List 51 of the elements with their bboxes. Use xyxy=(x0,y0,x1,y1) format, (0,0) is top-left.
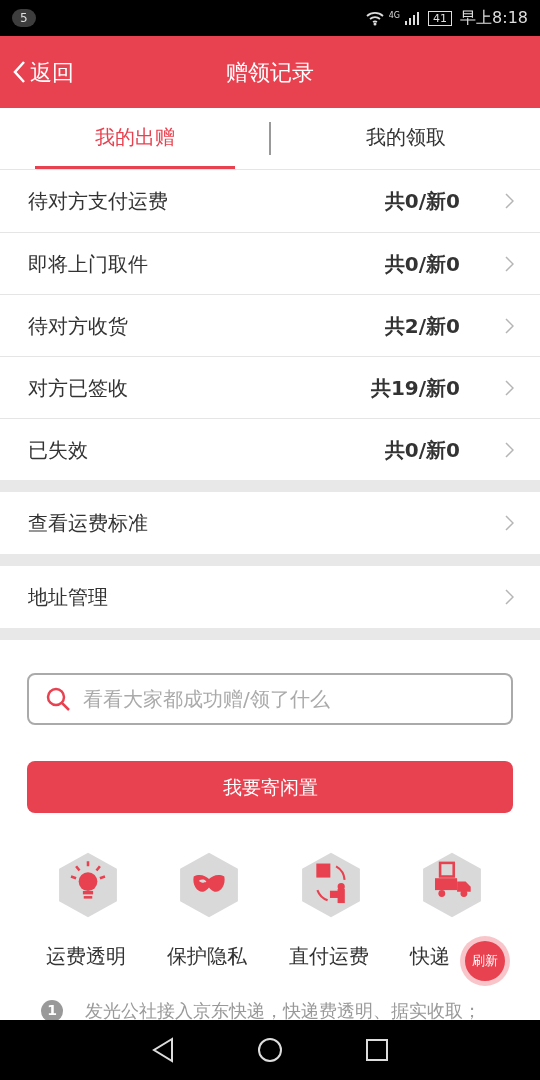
refresh-button[interactable]: 刷新 xyxy=(460,936,510,986)
row-label: 地址管理 xyxy=(28,584,108,611)
chevron-right-icon xyxy=(504,255,514,272)
search-field[interactable]: 看看大家都成功赠/领了什么 xyxy=(27,673,513,725)
feature-label: 快递 xyxy=(410,943,451,970)
chevron-right-icon xyxy=(504,589,514,605)
chevron-right-icon xyxy=(504,193,514,209)
search-icon xyxy=(45,686,71,712)
feature-label: 保护隐私 xyxy=(167,943,248,970)
row-count: 共2/新0 xyxy=(384,312,460,340)
row-label: 即将上门取件 xyxy=(28,250,148,278)
tip-number: 1 xyxy=(41,999,63,1022)
row-count: 共0/新0 xyxy=(384,250,460,278)
row-label: 已失效 xyxy=(28,436,88,464)
battery-icon: 41 xyxy=(428,10,453,26)
clock: 早上8:18 xyxy=(460,7,528,29)
recent-apps-icon[interactable] xyxy=(365,1038,389,1062)
row-label: 查看运费标准 xyxy=(28,510,148,537)
list-row[interactable]: 即将上门取件 共0/新0 xyxy=(0,232,540,294)
list-row[interactable]: 已失效 共0/新0 xyxy=(0,418,540,480)
row-label: 待对方收货 xyxy=(28,312,128,340)
notification-badge: 5 xyxy=(12,9,36,27)
back-icon[interactable] xyxy=(151,1037,175,1063)
network-label: 4G xyxy=(388,10,401,22)
list-row[interactable]: 地址管理 xyxy=(0,566,540,628)
row-count: 共0/新0 xyxy=(384,188,460,215)
row-label: 待对方支付运费 xyxy=(28,188,168,215)
search-input[interactable]: 看看大家都成功赠/领了什么 xyxy=(83,684,495,714)
post-item-button[interactable]: 我要寄闲置 xyxy=(27,761,513,813)
back-button[interactable]: 返回 xyxy=(0,55,74,89)
row-count: 共0/新0 xyxy=(384,436,460,464)
tip-text: 发光公社接入京东快递，快递费透明、据实收取； xyxy=(85,999,481,1023)
list-row[interactable]: 待对方收货 共2/新0 xyxy=(0,294,540,356)
list-row[interactable]: 对方已签收 共19/新0 xyxy=(0,356,540,418)
row-label: 对方已签收 xyxy=(28,374,128,402)
signal-icon xyxy=(404,10,421,26)
row-count: 共19/新0 xyxy=(370,374,460,402)
list-row[interactable]: 查看运费标准 xyxy=(0,492,540,554)
wifi-icon xyxy=(364,10,385,26)
feature-label: 运费透明 xyxy=(45,943,126,970)
page-title: 赠领记录 xyxy=(226,58,314,87)
home-icon[interactable] xyxy=(257,1037,283,1063)
chevron-left-icon xyxy=(12,60,26,84)
feature-label: 直付运费 xyxy=(288,943,369,970)
chevron-right-icon xyxy=(504,317,514,334)
tab[interactable]: 我的领取 xyxy=(305,108,506,169)
chevron-right-icon xyxy=(504,441,514,458)
tab[interactable]: 我的出赠 xyxy=(34,108,235,169)
list-row[interactable]: 待对方支付运费 共0/新0 xyxy=(0,170,540,232)
chevron-right-icon xyxy=(504,515,514,531)
chevron-right-icon xyxy=(504,379,514,396)
